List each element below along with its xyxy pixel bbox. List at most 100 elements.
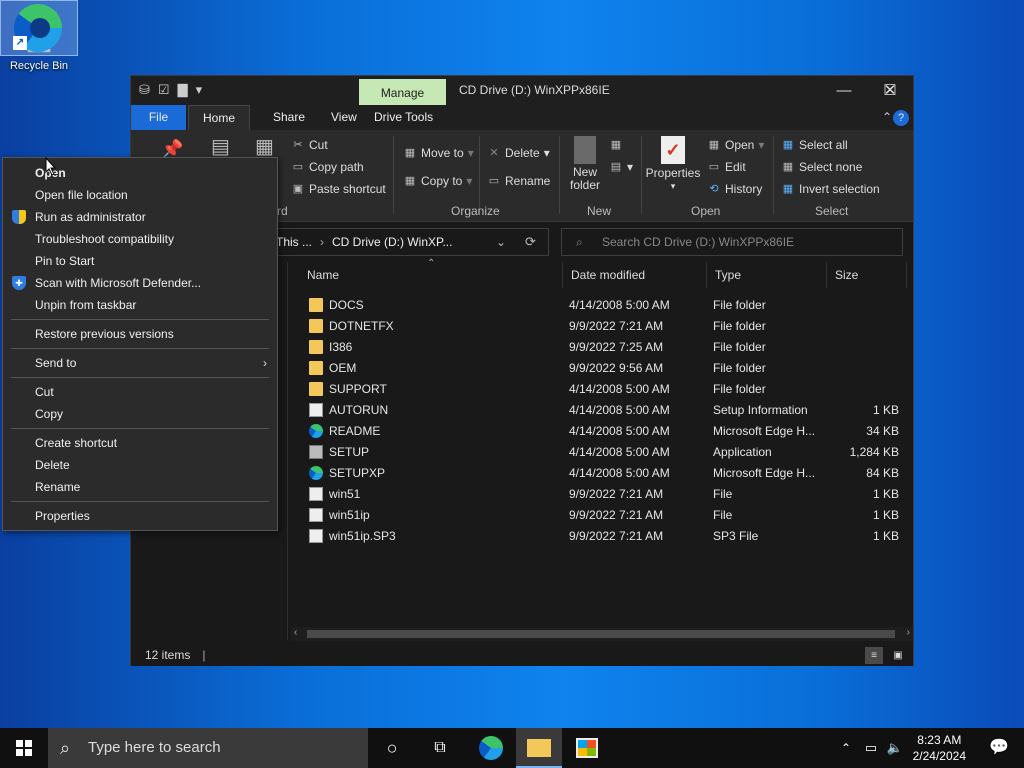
horizontal-scrollbar[interactable]: ‹ › bbox=[291, 627, 913, 641]
file-name: README bbox=[329, 424, 381, 438]
file-row[interactable]: README 4/14/2008 5:00 AM Microsoft Edge H.… bbox=[291, 421, 911, 442]
file-row[interactable]: SETUPXP 4/14/2008 5:00 AM Microsoft Edge H… bbox=[291, 463, 911, 484]
delete-button[interactable]: ✕ Delete ▾ bbox=[487, 146, 549, 160]
cut-label: Cut bbox=[309, 138, 328, 152]
close-button[interactable]: ✕ bbox=[867, 76, 913, 105]
start-button[interactable] bbox=[0, 728, 48, 768]
file-row[interactable]: win51ip 9/9/2022 7:21 AM File 1 KB bbox=[291, 505, 911, 526]
app-icon bbox=[309, 445, 323, 459]
network-icon[interactable]: ▭ bbox=[860, 728, 882, 768]
taskbar-clock[interactable]: 8:23 AM 2/24/2024 bbox=[913, 732, 966, 764]
menu-item-copy[interactable]: Copy bbox=[3, 403, 277, 425]
help-icon[interactable]: ? bbox=[893, 105, 913, 130]
details-view-icon[interactable]: ≡ bbox=[865, 647, 883, 664]
address-prefix[interactable]: This ... bbox=[276, 235, 312, 249]
history-label: History bbox=[725, 182, 763, 196]
large-icons-view-icon[interactable]: ▣ bbox=[889, 647, 907, 664]
menu-item-pin-to-start[interactable]: Pin to Start bbox=[3, 250, 277, 272]
new-folder-button[interactable]: New folder bbox=[567, 136, 603, 192]
scroll-right-icon[interactable]: › bbox=[907, 627, 910, 638]
column-header-type[interactable]: Type bbox=[707, 262, 827, 288]
taskbar-store-button[interactable] bbox=[564, 728, 610, 768]
easy-access-icon: ▤ bbox=[610, 161, 622, 173]
column-header-size[interactable]: Size bbox=[827, 262, 907, 288]
copy-to-button[interactable]: ▦ Copy to ▾ bbox=[403, 174, 473, 188]
menu-item-label: Pin to Start bbox=[35, 254, 95, 268]
cortana-icon[interactable]: ○ bbox=[370, 728, 414, 768]
invert-selection-button[interactable]: ▦ Invert selection bbox=[781, 182, 880, 196]
file-row[interactable]: DOCS 4/14/2008 5:00 AM File folder bbox=[291, 295, 911, 316]
select-none-button[interactable]: ▦ Select none bbox=[781, 160, 863, 174]
tab-file[interactable]: File bbox=[131, 105, 186, 130]
file-row[interactable]: win51 9/9/2022 7:21 AM File 1 KB bbox=[291, 484, 911, 505]
file-row[interactable]: AUTORUN 4/14/2008 5:00 AM Setup Informatio… bbox=[291, 400, 911, 421]
menu-item-cut[interactable]: Cut bbox=[3, 381, 277, 403]
menu-item-rename[interactable]: Rename bbox=[3, 476, 277, 498]
paste-shortcut-button[interactable]: ▣ Paste shortcut bbox=[291, 182, 386, 196]
menu-item-restore-previous-versions[interactable]: Restore previous versions bbox=[3, 323, 277, 345]
file-name: win51 bbox=[329, 487, 361, 501]
edit-button[interactable]: ▭ Edit bbox=[707, 160, 746, 174]
address-dropdown-icon[interactable]: ⌄ bbox=[496, 229, 506, 255]
menu-item-troubleshoot-compatibility[interactable]: Troubleshoot compatibility bbox=[3, 228, 277, 250]
scroll-left-icon[interactable]: ‹ bbox=[294, 627, 297, 638]
refresh-icon[interactable]: ⟳ bbox=[525, 234, 536, 250]
menu-item-scan-with-defender[interactable]: ✚ Scan with Microsoft Defender... bbox=[3, 272, 277, 294]
notifications-icon[interactable]: 💬 bbox=[984, 728, 1014, 768]
rename-button[interactable]: ▭ Rename bbox=[487, 174, 551, 188]
tab-drive-tools[interactable]: Drive Tools bbox=[360, 105, 447, 130]
menu-item-run-as-administrator[interactable]: Run as administrator bbox=[3, 206, 277, 228]
task-view-icon[interactable]: ⧉ bbox=[418, 728, 462, 768]
volume-muted-icon[interactable]: 🔈 bbox=[884, 728, 906, 768]
menu-item-delete[interactable]: Delete bbox=[3, 454, 277, 476]
copy-big-icon[interactable]: ▤ bbox=[211, 137, 230, 157]
properties-button[interactable]: ✓ Properties ▾ bbox=[646, 136, 700, 191]
paste-shortcut-icon: ▣ bbox=[292, 183, 304, 195]
open-button[interactable]: ▦ Open ▾ bbox=[707, 138, 765, 152]
search-box[interactable]: ⌕ Search CD Drive (D:) WinXPPx86IE bbox=[561, 228, 903, 256]
menu-item-open-file-location[interactable]: Open file location bbox=[3, 184, 277, 206]
file-row[interactable]: I386 9/9/2022 7:25 AM File folder bbox=[291, 337, 911, 358]
menu-item-unpin-from-taskbar[interactable]: Unpin from taskbar bbox=[3, 294, 277, 316]
new-folder-qat-icon[interactable]: ▇ bbox=[178, 82, 188, 98]
file-row[interactable]: DOTNETFX 9/9/2022 7:21 AM File folder bbox=[291, 316, 911, 337]
properties-qat-icon[interactable]: ☑ bbox=[158, 82, 170, 98]
taskbar-search-box[interactable]: ⌕ Type here to search bbox=[48, 728, 368, 768]
paste-big-icon[interactable]: ▦ bbox=[255, 137, 274, 157]
history-button[interactable]: ⟲ History bbox=[707, 182, 762, 196]
taskbar-edge-button[interactable] bbox=[468, 728, 514, 768]
file-row[interactable]: SUPPORT 4/14/2008 5:00 AM File folder bbox=[291, 379, 911, 400]
address-path[interactable]: CD Drive (D:) WinXP... bbox=[332, 235, 452, 249]
menu-item-send-to[interactable]: Send to › bbox=[3, 352, 277, 374]
file-row[interactable]: win51ip.SP3 9/9/2022 7:21 AM SP3 File 1 KB bbox=[291, 526, 911, 547]
show-hidden-icons-chevron-icon[interactable]: ⌃ bbox=[836, 728, 856, 768]
cut-button[interactable]: ✂ Cut bbox=[291, 138, 328, 152]
menu-item-create-shortcut[interactable]: Create shortcut bbox=[3, 432, 277, 454]
easy-access-button[interactable]: ▤ ▾ bbox=[609, 160, 633, 174]
address-bar[interactable]: This ... › CD Drive (D:) WinXP... ⌄ bbox=[269, 228, 549, 256]
ribbon-separator bbox=[559, 136, 560, 214]
folder-icon bbox=[309, 340, 323, 354]
select-all-button[interactable]: ▦ Select all bbox=[781, 138, 848, 152]
tab-home[interactable]: Home bbox=[188, 105, 251, 130]
qat-dropdown-icon[interactable]: ▾ bbox=[196, 82, 203, 98]
move-to-button[interactable]: ▦ Move to ▾ bbox=[403, 146, 474, 160]
menu-item-properties[interactable]: Properties bbox=[3, 505, 277, 527]
file-row[interactable]: OEM 9/9/2022 9:56 AM File folder bbox=[291, 358, 911, 379]
file-row[interactable]: SETUP 4/14/2008 5:00 AM Application 1,284 K… bbox=[291, 442, 911, 463]
file-size: 1 KB bbox=[872, 529, 899, 543]
file-type: File folder bbox=[713, 361, 766, 375]
minimize-button[interactable]: — bbox=[821, 76, 867, 105]
scrollbar-thumb[interactable] bbox=[307, 630, 895, 638]
menu-item-label: Run as administrator bbox=[35, 210, 146, 224]
pin-icon[interactable]: 📌 bbox=[161, 140, 183, 158]
tab-manage[interactable]: Manage bbox=[359, 79, 446, 105]
copy-path-button[interactable]: ▭ Copy path bbox=[291, 160, 364, 174]
column-header-name[interactable]: Name bbox=[299, 262, 563, 288]
new-item-button[interactable]: ▦ bbox=[609, 138, 623, 152]
taskbar-file-explorer-button[interactable] bbox=[516, 728, 562, 768]
column-header-date[interactable]: Date modified bbox=[563, 262, 707, 288]
drive-icon[interactable]: ⛁ bbox=[139, 82, 150, 98]
tab-share[interactable]: Share bbox=[259, 105, 319, 130]
menu-separator bbox=[11, 377, 269, 378]
